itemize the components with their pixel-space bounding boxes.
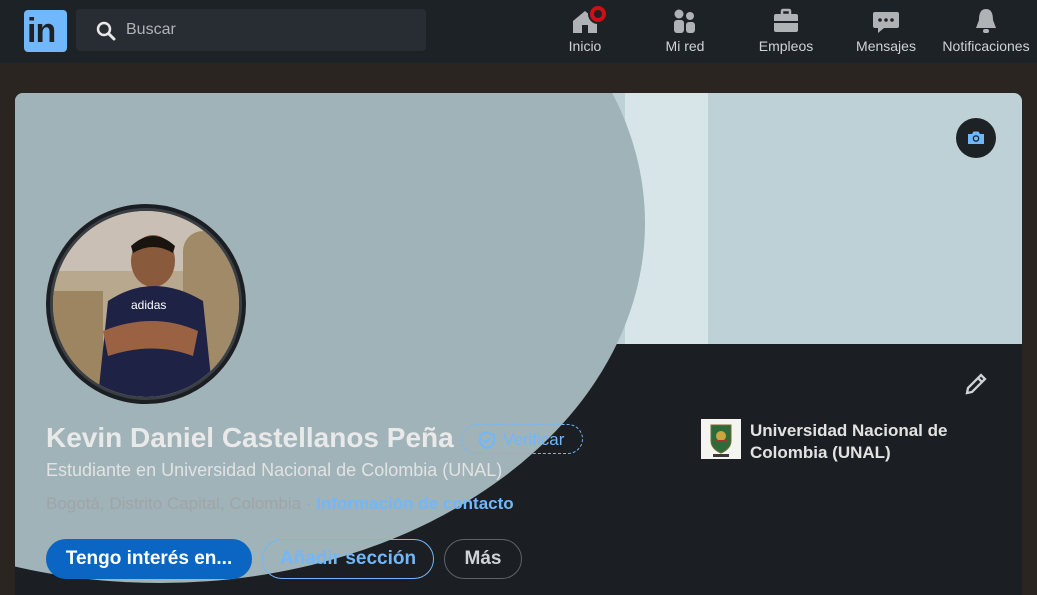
open-to-button[interactable]: Tengo interés en... bbox=[46, 539, 252, 579]
chat-icon bbox=[873, 12, 899, 33]
nav-item-empleos[interactable]: Empleos bbox=[750, 0, 822, 63]
education-name[interactable]: Universidad Nacional de Colombia (UNAL) bbox=[750, 420, 980, 464]
edit-banner-button[interactable] bbox=[956, 118, 996, 158]
search-input[interactable] bbox=[126, 9, 406, 51]
avatar-image: adidas bbox=[50, 208, 242, 400]
nav-label-empleos: Empleos bbox=[758, 38, 814, 54]
profile-photo[interactable]: adidas bbox=[46, 204, 246, 404]
nav-label-mensajes: Mensajes bbox=[856, 38, 916, 54]
profile-location: Bogotá, Distrito Capital, Colombia · Inf… bbox=[46, 494, 514, 514]
nav-item-notificaciones[interactable]: Notificaciones bbox=[938, 0, 1034, 63]
logo-text: in bbox=[27, 12, 56, 50]
nav-label-inicio: Inicio bbox=[568, 38, 602, 54]
profile-card: adidas Kevin Daniel Castellanos Peña Ver… bbox=[15, 93, 1022, 595]
university-logo[interactable] bbox=[701, 419, 741, 459]
search-icon bbox=[96, 21, 116, 41]
contact-info-link[interactable]: Información de contacto bbox=[316, 494, 513, 513]
profile-headline: Estudiante en Universidad Nacional de Co… bbox=[46, 460, 503, 480]
add-section-button[interactable]: Añadir sección bbox=[262, 539, 434, 579]
location-text: Bogotá, Distrito Capital, Colombia · bbox=[46, 494, 317, 513]
verify-label: Verificar bbox=[503, 430, 565, 449]
nav-label-mi-red: Mi red bbox=[665, 38, 705, 54]
shield-check-icon bbox=[479, 431, 495, 449]
people-icon bbox=[674, 9, 695, 33]
notification-badge bbox=[588, 4, 608, 24]
briefcase-icon bbox=[774, 8, 798, 32]
nav-item-mi-red[interactable]: Mi red bbox=[655, 0, 715, 63]
svg-text:adidas: adidas bbox=[131, 298, 166, 312]
search-box[interactable] bbox=[76, 9, 426, 51]
profile-name: Kevin Daniel Castellanos Peña bbox=[46, 422, 454, 453]
nav-item-mensajes[interactable]: Mensajes bbox=[850, 0, 922, 63]
camera-icon bbox=[968, 131, 984, 144]
edit-profile-pencil-icon[interactable] bbox=[961, 369, 991, 399]
nav-label-notificaciones: Notificaciones bbox=[942, 38, 1030, 54]
top-navigation: in Inicio Mi red Empleos bbox=[0, 0, 1037, 63]
linkedin-logo[interactable]: in bbox=[24, 10, 67, 52]
bell-icon bbox=[976, 9, 996, 33]
more-button[interactable]: Más bbox=[444, 539, 522, 579]
verify-button[interactable]: Verificar bbox=[461, 424, 583, 454]
